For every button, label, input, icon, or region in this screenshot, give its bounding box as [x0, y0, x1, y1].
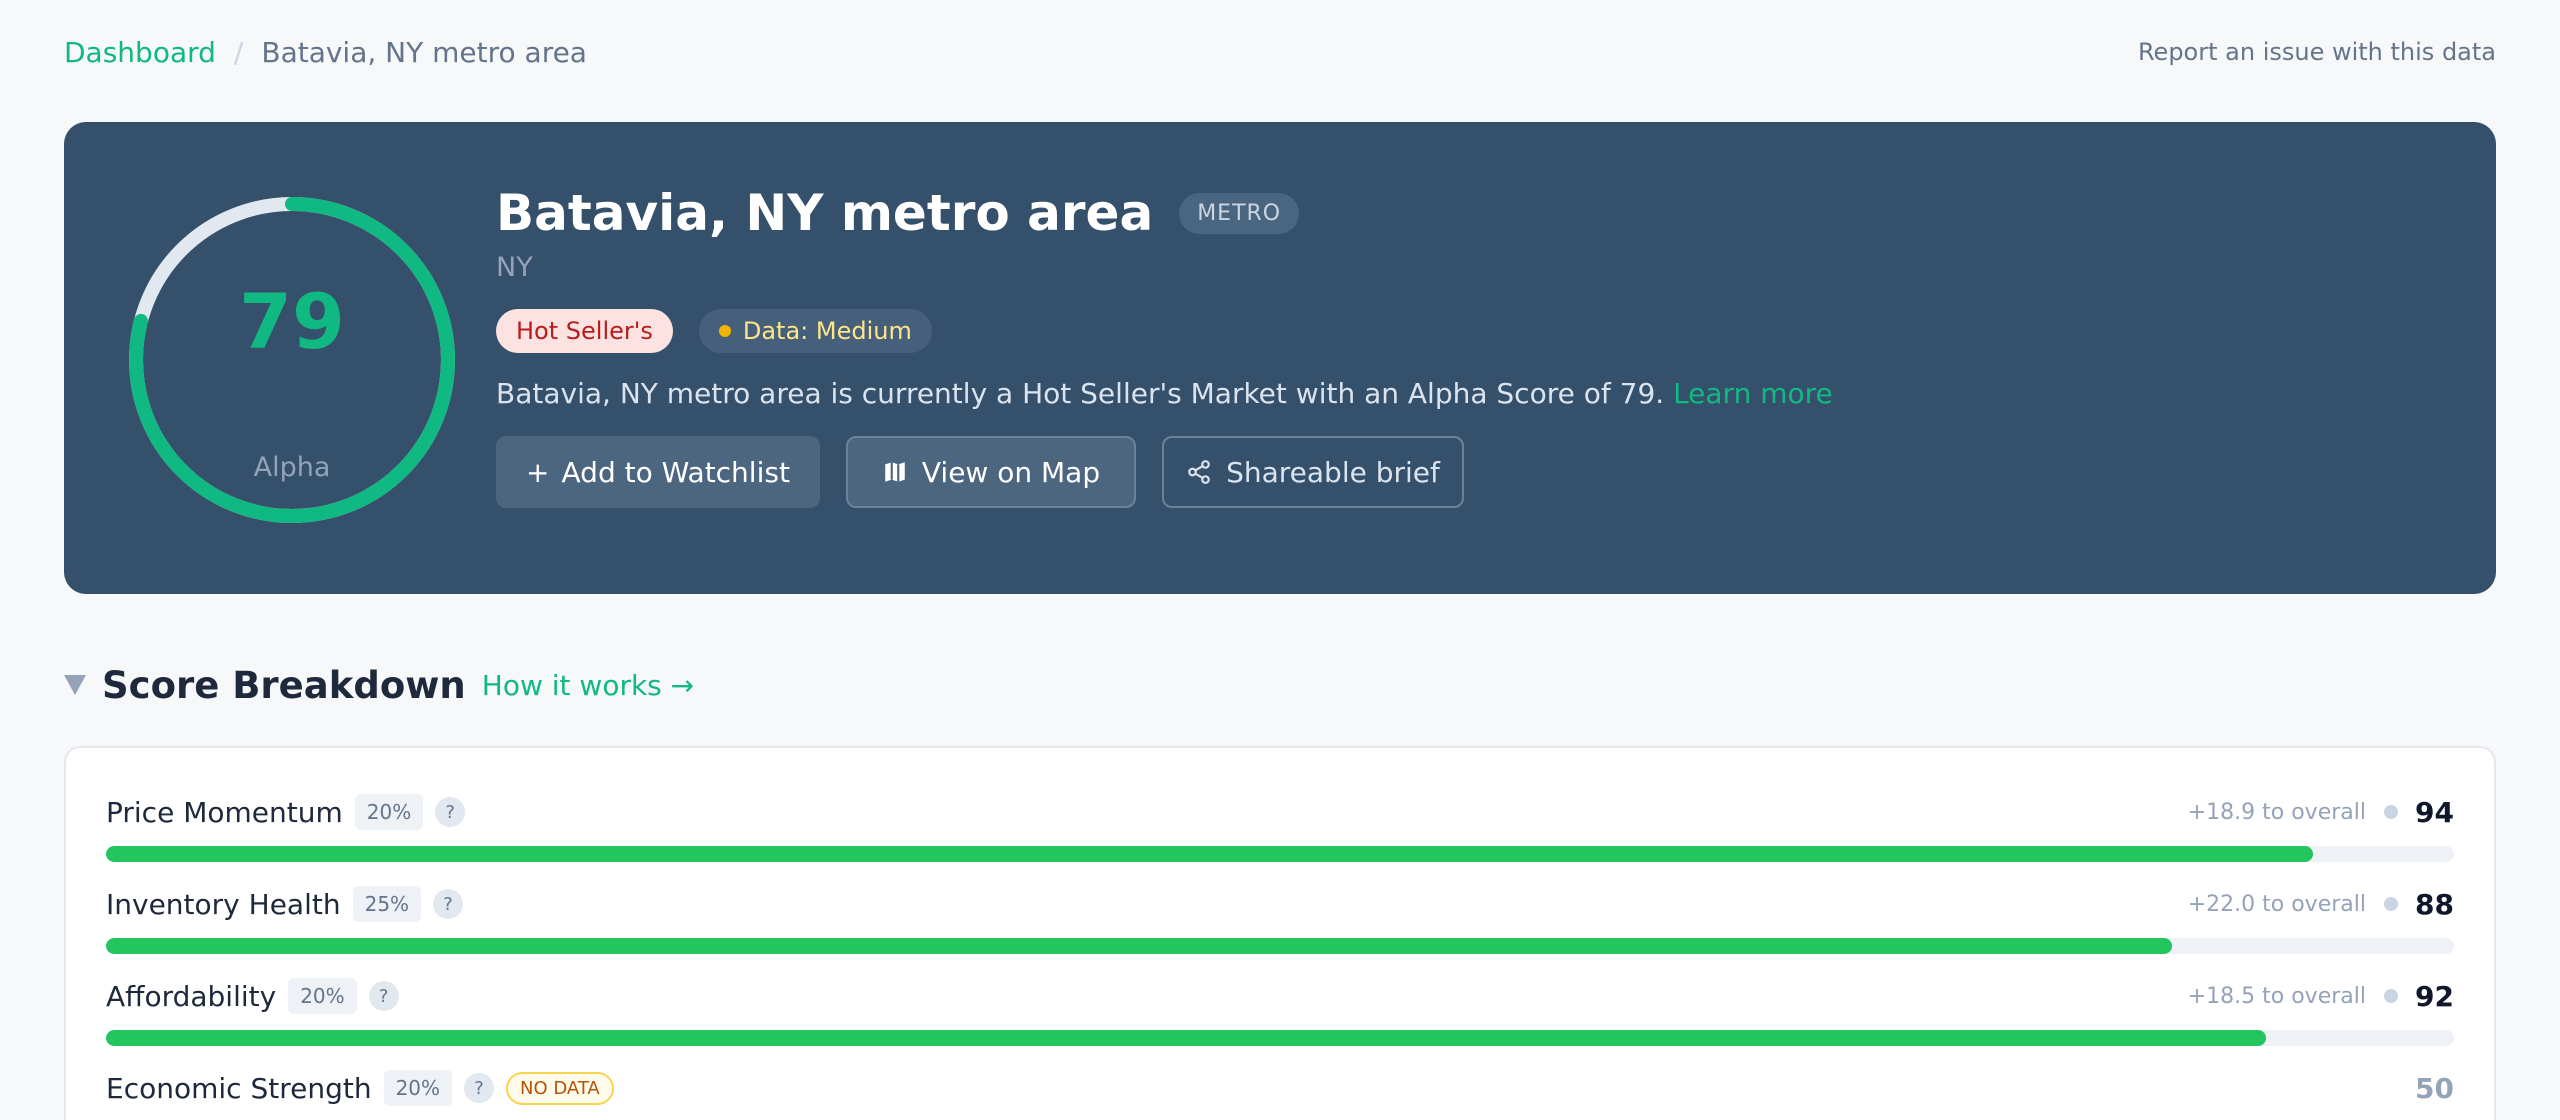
- progress-fill: [106, 1030, 2267, 1046]
- data-quality-badge: Data: Medium: [698, 309, 932, 353]
- hero-content: Batavia, NY metro area METRO NY Hot Sell…: [496, 184, 2456, 508]
- market-description: Batavia, NY metro area is currently a Ho…: [496, 377, 2456, 410]
- metric-name: Economic Strength: [106, 1071, 372, 1105]
- collapse-triangle-icon[interactable]: [64, 675, 86, 695]
- metric-affordability: Affordability 20% ? +18.5 to overall 92: [106, 974, 2454, 1054]
- learn-more-link[interactable]: Learn more: [1673, 377, 1833, 410]
- metric-score: 94: [2415, 795, 2454, 829]
- alpha-score-gauge: 79 Alpha: [126, 194, 458, 526]
- map-button-label: View on Map: [921, 455, 1101, 489]
- help-icon[interactable]: ?: [464, 1073, 495, 1103]
- watchlist-button-label: Add to Watchlist: [561, 455, 790, 489]
- weight-badge: 20%: [288, 978, 357, 1014]
- report-issue-link[interactable]: Report an issue with this data: [2138, 38, 2496, 66]
- progress-track: [106, 1030, 2454, 1046]
- metric-name: Price Momentum: [106, 795, 343, 829]
- add-to-watchlist-button[interactable]: + Add to Watchlist: [496, 436, 820, 508]
- state-label: NY: [496, 252, 533, 283]
- metric-score: 88: [2415, 887, 2454, 921]
- market-status-badge: Hot Seller's: [496, 309, 673, 353]
- breadcrumb-dashboard-link[interactable]: Dashboard: [64, 36, 216, 69]
- progress-track: [106, 846, 2454, 862]
- contribution-text: +18.5 to overall: [2187, 983, 2366, 1009]
- plus-icon: +: [526, 455, 550, 489]
- share-icon: [1186, 459, 1212, 485]
- map-icon: [882, 459, 908, 485]
- score-breakdown-title: Score Breakdown: [102, 663, 466, 707]
- contribution-text: +18.9 to overall: [2187, 799, 2366, 825]
- progress-fill: [106, 846, 2314, 862]
- shareable-brief-button[interactable]: Shareable brief: [1162, 436, 1464, 508]
- data-quality-dot-icon: [718, 325, 731, 337]
- breadcrumb-current: Batavia, NY metro area: [261, 35, 587, 69]
- top-bar: Dashboard / Batavia, NY metro area Repor…: [64, 30, 2496, 74]
- weight-badge: 20%: [383, 1070, 453, 1106]
- how-it-works-link[interactable]: How it works →: [482, 669, 694, 702]
- view-on-map-button[interactable]: View on Map: [846, 436, 1136, 508]
- metric-economic-strength: Economic Strength 20% ? NO DATA 50: [106, 1066, 2454, 1120]
- weight-badge: 20%: [354, 794, 424, 830]
- alpha-score-value: 79: [239, 277, 345, 366]
- score-breakdown-header: Score Breakdown How it works →: [64, 660, 694, 710]
- description-text: Batavia, NY metro area is currently a Ho…: [496, 377, 1665, 410]
- breadcrumb: Dashboard / Batavia, NY metro area: [64, 36, 587, 69]
- metric-score: 50: [2415, 1071, 2454, 1105]
- metric-inventory-health: Inventory Health 25% ? +22.0 to overall …: [106, 882, 2454, 962]
- breadcrumb-separator: /: [233, 35, 244, 69]
- share-button-label: Shareable brief: [1226, 455, 1440, 489]
- alpha-score-label: Alpha: [253, 452, 331, 483]
- help-icon[interactable]: ?: [435, 797, 466, 827]
- status-dot-icon: [2384, 989, 2398, 1003]
- metric-score: 92: [2415, 979, 2454, 1013]
- no-data-badge: NO DATA: [506, 1071, 614, 1105]
- status-dot-icon: [2384, 805, 2398, 819]
- contribution-text: +22.0 to overall: [2187, 891, 2366, 917]
- page-title: Batavia, NY metro area: [496, 184, 1154, 242]
- data-quality-label: Data: Medium: [742, 317, 912, 345]
- score-breakdown-card: Price Momentum 20% ? +18.9 to overall 94…: [64, 746, 2496, 1120]
- help-icon[interactable]: ?: [433, 889, 464, 919]
- type-badge: METRO: [1179, 192, 1300, 234]
- hero-card: 79 Alpha Batavia, NY metro area METRO NY…: [64, 122, 2496, 594]
- help-icon[interactable]: ?: [368, 981, 399, 1011]
- progress-track: [106, 938, 2454, 954]
- status-dot-icon: [2384, 897, 2398, 911]
- metric-name: Inventory Health: [106, 887, 341, 921]
- progress-fill: [106, 938, 2173, 954]
- metric-price-momentum: Price Momentum 20% ? +18.9 to overall 94: [106, 790, 2454, 870]
- weight-badge: 25%: [352, 886, 422, 922]
- metric-name: Affordability: [106, 979, 277, 1013]
